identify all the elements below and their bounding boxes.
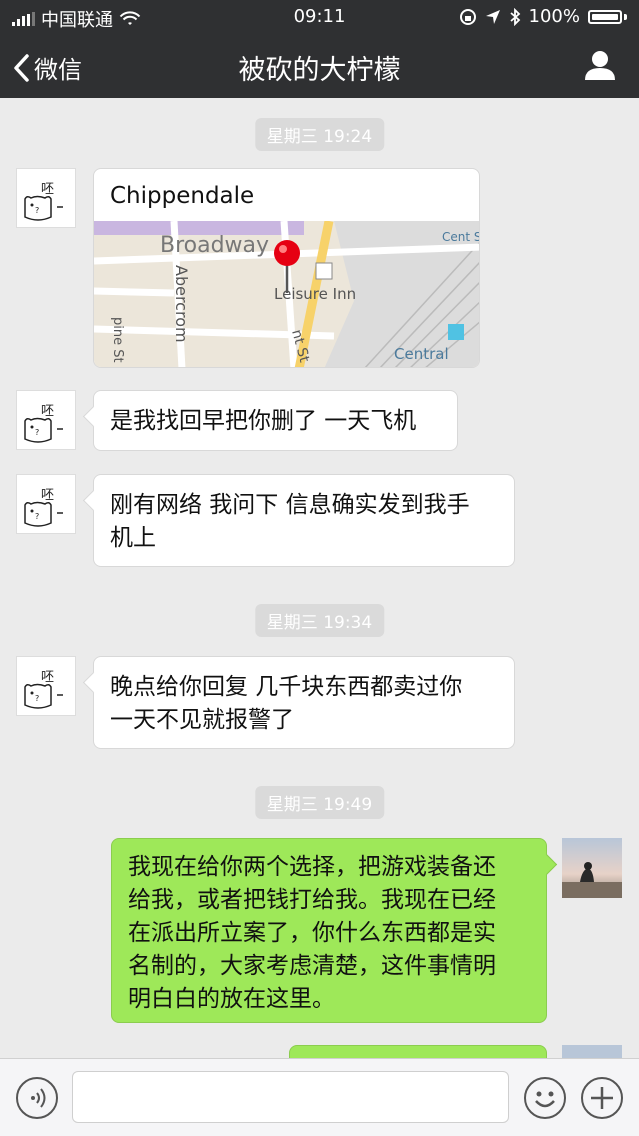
contact-avatar[interactable]: 呸 ? <box>16 168 76 228</box>
person-icon[interactable] <box>583 48 617 82</box>
message-bubble-received[interactable]: 是我找回早把你删了 一天飞机 <box>93 390 458 451</box>
bear-avatar-icon: 呸 ? <box>24 670 63 709</box>
add-button[interactable] <box>581 1077 623 1119</box>
timestamp-badge: 星期三 19:34 <box>254 604 385 637</box>
photo-avatar-icon <box>562 838 622 898</box>
status-bar: 中国联通 09:11 100% <box>0 0 639 34</box>
bear-avatar-icon: 呸 ? <box>24 404 63 443</box>
input-bar <box>0 1058 639 1136</box>
message-text-line: 机上 <box>110 525 156 551</box>
emoji-button[interactable] <box>524 1077 566 1119</box>
map-label-central: Central <box>394 345 449 363</box>
message-text-line: 一天不见就报警了 <box>110 707 294 733</box>
map-label-broadway: Broadway <box>160 233 269 258</box>
location-arrow-icon <box>485 9 500 24</box>
battery-icon <box>588 9 622 24</box>
message-text-line: 给我，或者把钱打给我。我现在已经 <box>128 887 496 913</box>
avatar-label: 呸 <box>41 182 54 197</box>
my-avatar[interactable] <box>562 838 622 898</box>
voice-button[interactable] <box>16 1077 58 1119</box>
message-text: 是我找回早把你删了 一天飞机 <box>110 408 417 434</box>
battery-cap-icon <box>624 13 627 20</box>
chat-title: 被砍的大柠檬 <box>238 55 401 86</box>
map-thumbnail: Broadway Leisure Inn Central Abercrom pi… <box>94 221 480 367</box>
photo-avatar-icon <box>562 1045 622 1058</box>
svg-text:?: ? <box>35 206 39 215</box>
message-input[interactable] <box>72 1071 509 1123</box>
bluetooth-icon <box>509 7 520 26</box>
avatar-label: 呸 <box>41 670 54 685</box>
contact-avatar[interactable]: 呸 ? <box>16 474 76 534</box>
message-bubble-received[interactable]: 刚有网络 我问下 信息确实发到我手 机上 <box>93 474 515 567</box>
contact-avatar[interactable]: 呸 ? <box>16 656 76 716</box>
nav-bar: 微信 被砍的大柠檬 <box>0 34 639 98</box>
top-bar: 中国联通 09:11 100% 微信 被砍的大柠檬 <box>0 0 639 98</box>
svg-text:?: ? <box>35 428 39 437</box>
timestamp-badge: 星期三 19:24 <box>254 118 385 151</box>
message-bubble-sent[interactable]: 我现在给你两个选择，把游戏装备还 给我，或者把钱打给我。我现在已经 在派出所立案… <box>111 838 547 1023</box>
message-text-line: 明白白的放在这里。 <box>128 986 335 1012</box>
voice-icon <box>31 1088 46 1108</box>
bear-avatar-icon: 呸 ? <box>24 488 63 527</box>
map-label-abercrom: Abercrom <box>172 265 191 343</box>
avatar-label: 呸 <box>41 404 54 419</box>
location-title: Chippendale <box>110 183 255 209</box>
message-text-line: 刚有网络 我问下 信息确实发到我手 <box>110 492 470 518</box>
map-label-pine-st: pine St <box>110 317 125 363</box>
chat-area[interactable]: 星期三 19:24 呸 ? Chippendale Broadway Leisu… <box>0 98 639 1085</box>
smile-icon <box>535 1091 555 1108</box>
plus-icon <box>591 1087 613 1109</box>
location-message[interactable]: Chippendale Broadway Leisure Inn Central… <box>93 168 480 368</box>
avatar-label: 呸 <box>41 488 54 503</box>
message-text-line: 在派出所立案了，你什么东西都是实 <box>128 920 496 946</box>
contact-avatar[interactable]: 呸 ? <box>16 390 76 450</box>
status-right: 100% <box>459 6 627 27</box>
my-avatar[interactable] <box>562 1045 622 1058</box>
svg-text:?: ? <box>35 694 39 703</box>
message-text-line: 我现在给你两个选择，把游戏装备还 <box>128 854 496 880</box>
battery-percent: 100% <box>528 6 580 27</box>
message-bubble-received[interactable]: 晚点给你回复 几千块东西都卖过你 一天不见就报警了 <box>93 656 515 749</box>
map-label-central-station: Cent Stati Platf <box>442 230 480 244</box>
bear-avatar-icon: 呸 ? <box>24 182 63 221</box>
message-text-line: 晚点给你回复 几千块东西都卖过你 <box>110 674 463 700</box>
message-text-line: 名制的，大家考虑清楚，这件事情明 <box>128 953 496 979</box>
svg-text:?: ? <box>35 512 39 521</box>
lock-rotation-icon <box>459 8 476 25</box>
timestamp-badge: 星期三 19:49 <box>254 786 385 819</box>
